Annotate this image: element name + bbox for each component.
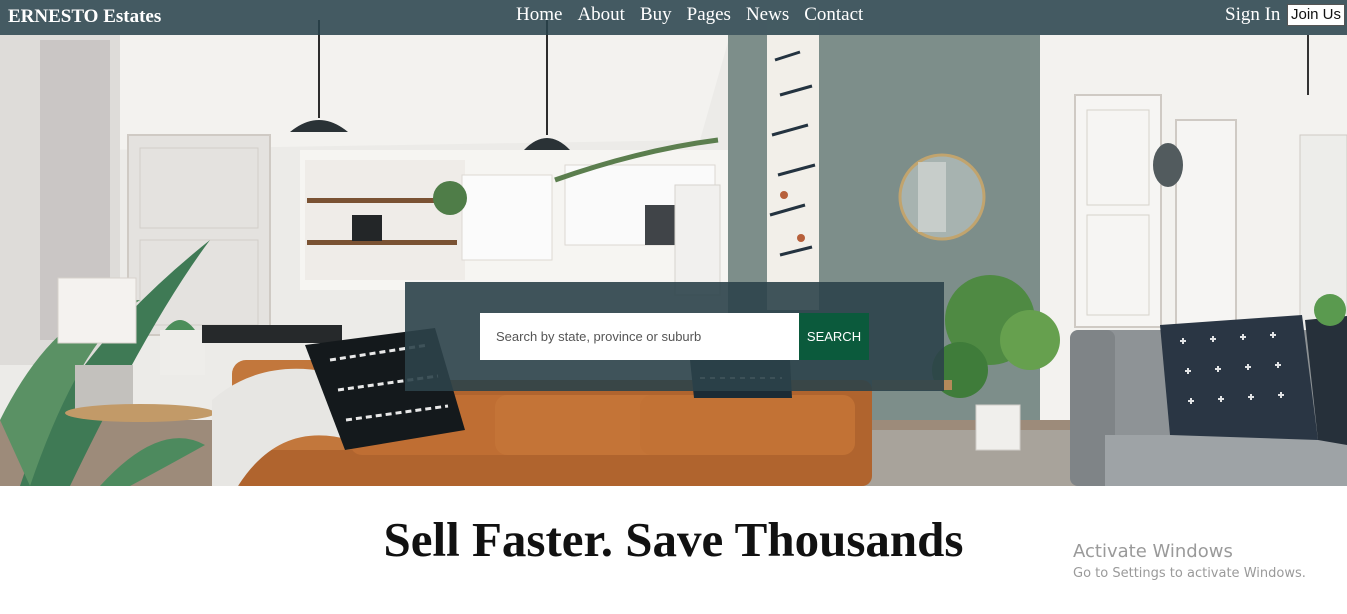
join-us-button[interactable]: Join Us (1287, 4, 1346, 26)
hero-banner (0, 0, 1347, 486)
nav-about[interactable]: About (577, 4, 625, 26)
sign-in-link[interactable]: Sign In (1225, 4, 1280, 26)
activate-windows-title: Activate Windows (1073, 541, 1233, 562)
top-navbar: ERNESTO Estates Home About Buy Pages New… (0, 0, 1347, 35)
search-button[interactable]: SEARCH (799, 313, 869, 360)
nav-buy[interactable]: Buy (640, 4, 672, 26)
brand-logo[interactable]: ERNESTO Estates (8, 6, 161, 28)
main-nav: Home About Buy Pages News Contact (516, 4, 863, 26)
nav-home[interactable]: Home (516, 4, 562, 26)
search-input[interactable] (480, 313, 799, 360)
interior-hero-image (0, 0, 1347, 486)
search-panel: SEARCH (405, 282, 944, 391)
nav-pages[interactable]: Pages (687, 4, 731, 26)
activate-windows-subtitle: Go to Settings to activate Windows. (1073, 566, 1306, 581)
nav-news[interactable]: News (746, 4, 789, 26)
nav-contact[interactable]: Contact (804, 4, 863, 26)
